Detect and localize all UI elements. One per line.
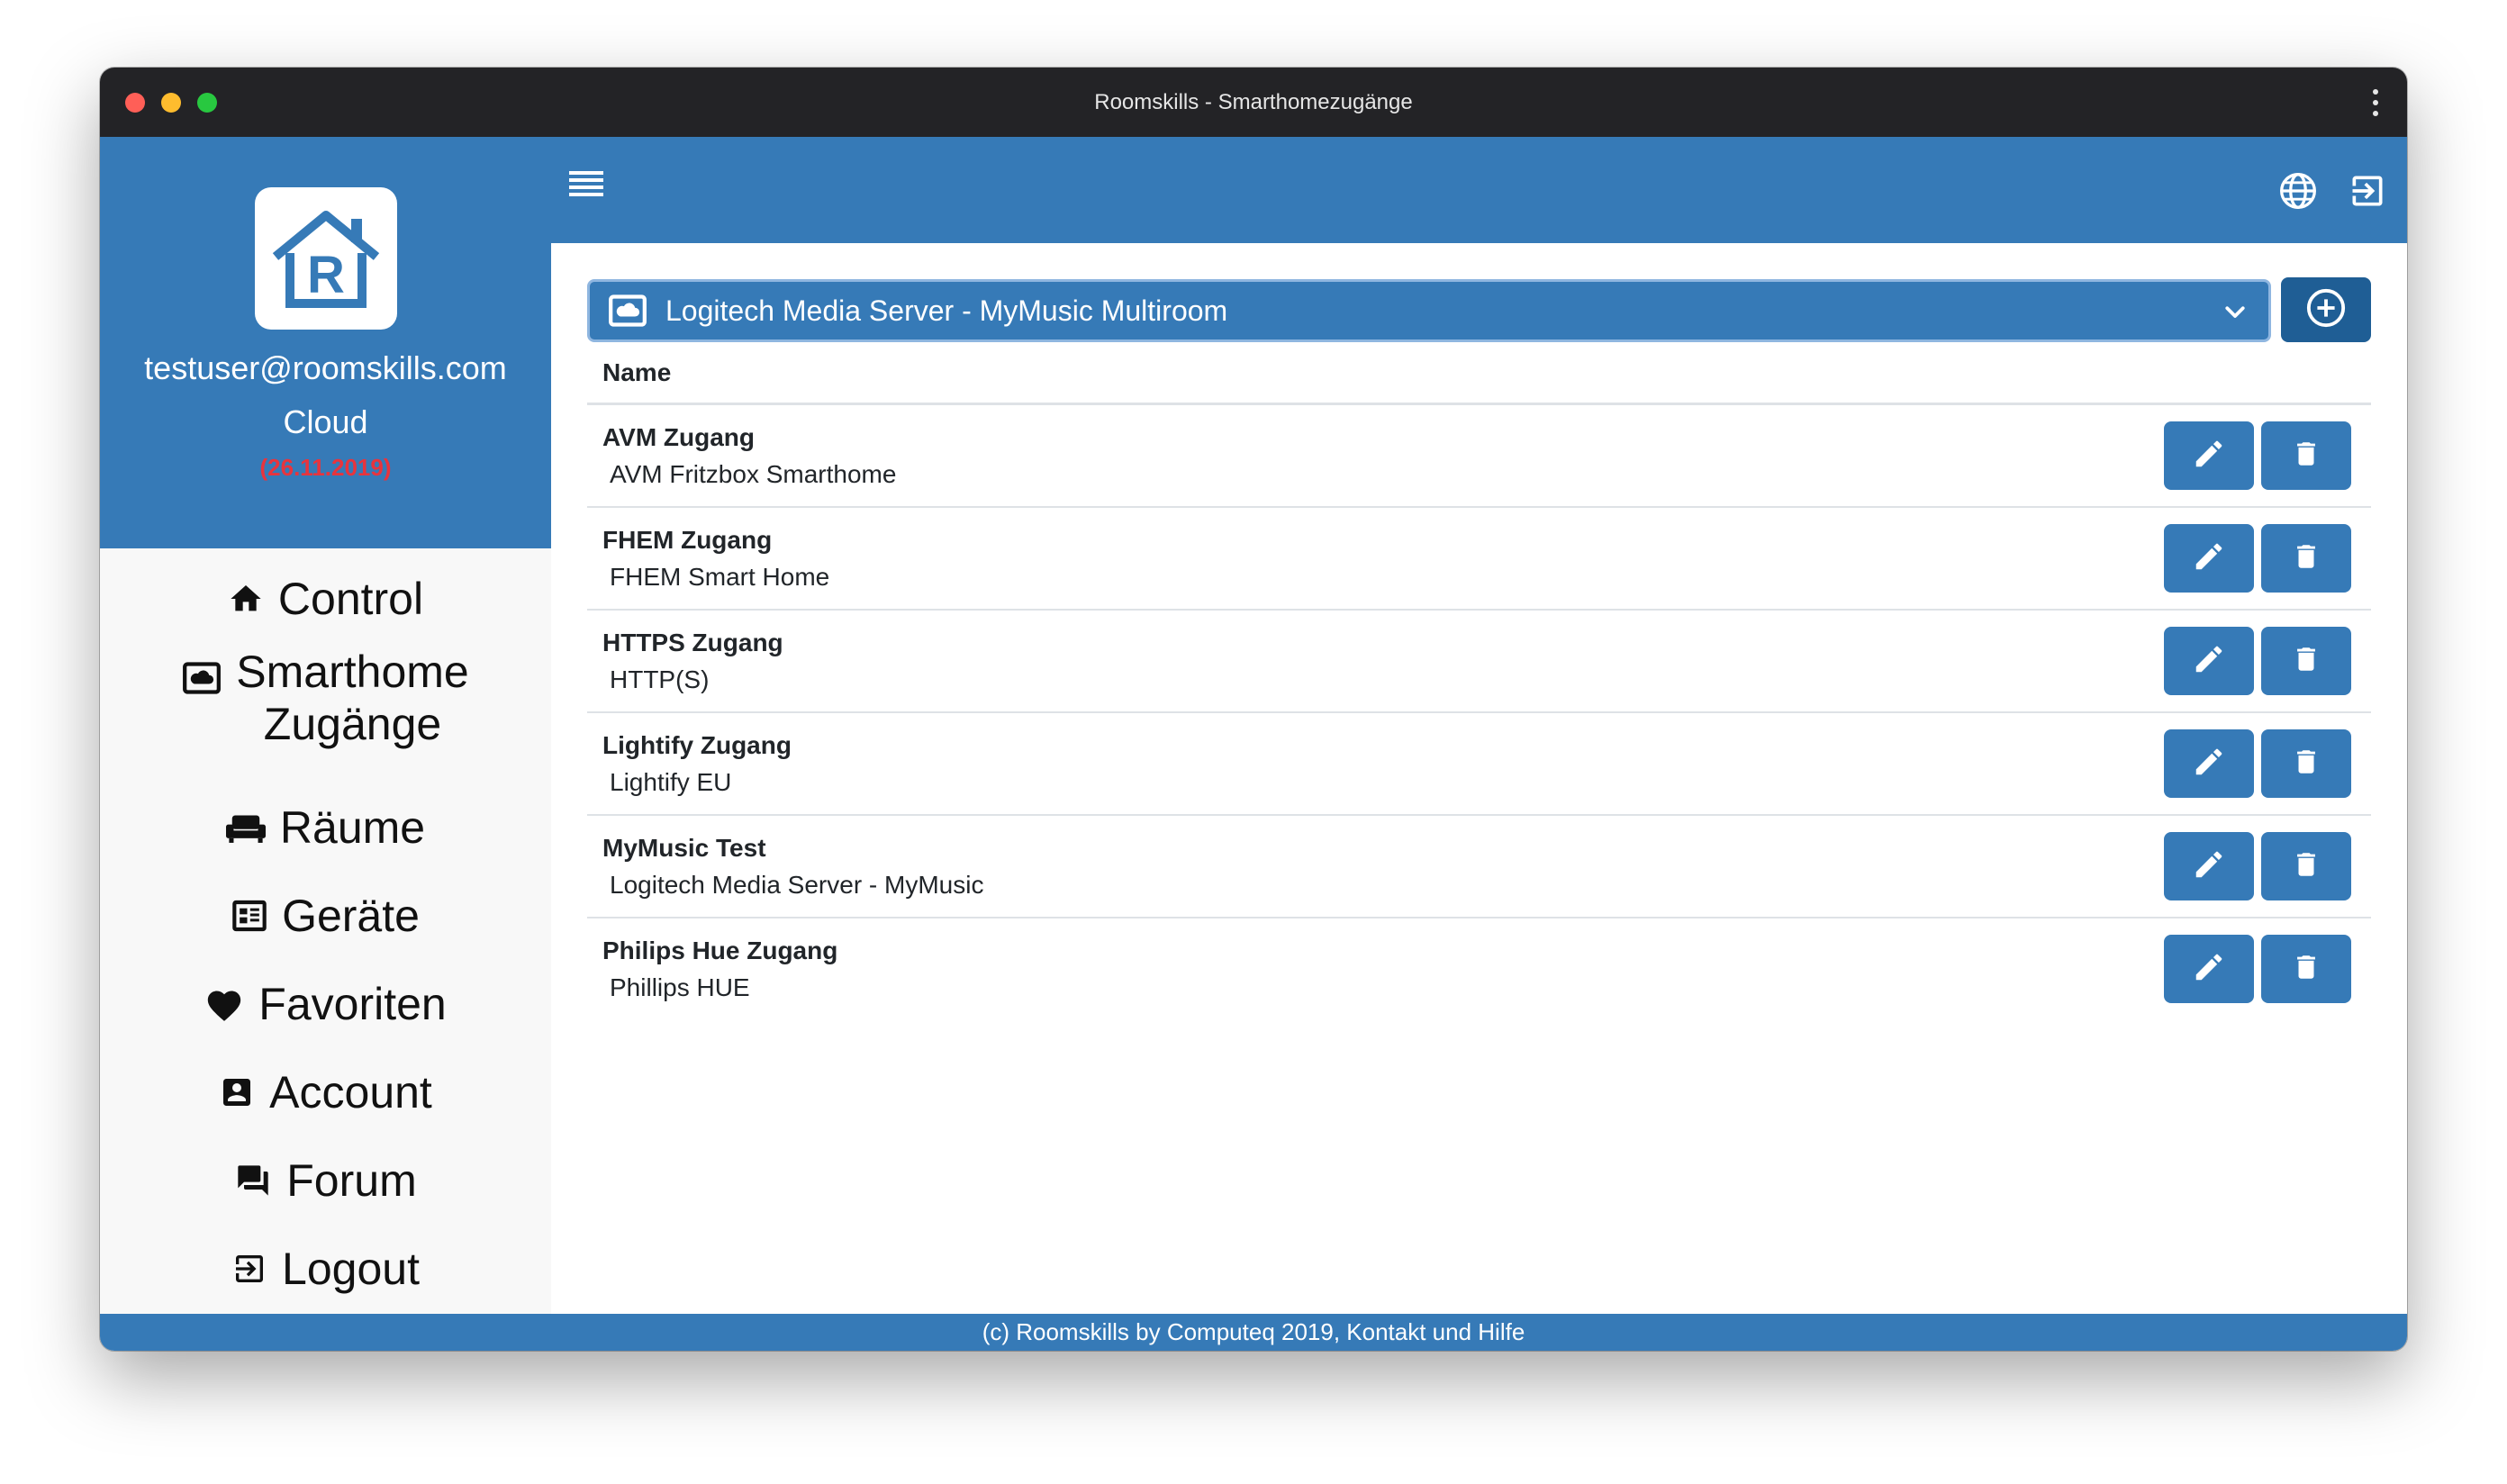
row-type: Phillips HUE	[610, 973, 750, 1001]
forum-icon	[234, 1163, 272, 1199]
cloud-box-icon	[182, 662, 222, 694]
pencil-icon	[2192, 950, 2226, 989]
minimize-window-button[interactable]	[161, 93, 181, 113]
table-row: AVM Zugang AVM Fritzbox Smarthome	[587, 405, 2371, 508]
sidebar-item-forum[interactable]: Forum	[100, 1154, 551, 1207]
delete-button[interactable]	[2261, 627, 2351, 695]
maximize-window-button[interactable]	[197, 93, 217, 113]
table-row: Lightify Zugang Lightify EU	[587, 713, 2371, 816]
table-row: FHEM Zugang FHEM Smart Home	[587, 508, 2371, 611]
delete-button[interactable]	[2261, 935, 2351, 1003]
trash-icon	[2291, 950, 2321, 989]
row-name: AVM Zugang	[602, 423, 756, 451]
chevron-down-icon	[2222, 298, 2249, 332]
cloud-box-icon	[608, 294, 647, 327]
sidebar-item-geraete[interactable]: Geräte	[100, 890, 551, 942]
trash-icon	[2291, 642, 2321, 681]
edit-button[interactable]	[2164, 524, 2254, 593]
row-type: Logitech Media Server - MyMusic	[610, 871, 984, 899]
edit-button[interactable]	[2164, 935, 2254, 1003]
table-row: HTTPS Zugang HTTP(S)	[587, 611, 2371, 713]
row-name: Philips Hue Zugang	[602, 937, 838, 964]
add-button[interactable]	[2281, 277, 2371, 342]
row-name: Lightify Zugang	[602, 731, 792, 759]
logout-icon	[231, 1251, 267, 1287]
add-circle-icon	[2305, 287, 2347, 333]
pencil-icon	[2192, 745, 2226, 783]
pencil-icon	[2192, 539, 2226, 578]
plan-date: (26.11.2019)	[259, 454, 392, 481]
table-row: MyMusic Test Logitech Media Server - MyM…	[587, 816, 2371, 918]
pencil-icon	[2192, 437, 2226, 475]
edit-button[interactable]	[2164, 421, 2254, 490]
globe-icon[interactable]	[2278, 171, 2318, 211]
edit-button[interactable]	[2164, 729, 2254, 798]
heart-icon	[204, 986, 244, 1022]
topbar-logout-icon[interactable]	[2348, 171, 2387, 211]
user-plan: Cloud	[283, 403, 368, 440]
pencil-icon	[2192, 847, 2226, 886]
sofa-icon	[225, 812, 266, 843]
row-type: FHEM Smart Home	[610, 563, 830, 591]
window-controls	[125, 93, 217, 113]
app-window: Roomskills - Smarthomezugänge R testuser…	[100, 68, 2407, 1351]
top-bar	[551, 137, 2407, 243]
server-select[interactable]: Logitech Media Server - MyMusic Multiroo…	[587, 279, 2271, 342]
row-type: AVM Fritzbox Smarthome	[610, 460, 897, 488]
window-title: Roomskills - Smarthomezugänge	[1094, 89, 1413, 114]
footer: (c) Roomskills by Computeq 2019, Kontakt…	[100, 1314, 2407, 1351]
row-name: HTTPS Zugang	[602, 629, 783, 656]
svg-text:R: R	[307, 246, 345, 304]
delete-button[interactable]	[2261, 832, 2351, 900]
user-email: testuser@roomskills.com	[144, 349, 507, 386]
sidebar-item-control[interactable]: Control	[100, 573, 551, 625]
row-type: Lightify EU	[610, 768, 732, 796]
row-name: MyMusic Test	[602, 834, 766, 862]
sidebar-item-account[interactable]: Account	[100, 1066, 551, 1118]
edit-button[interactable]	[2164, 832, 2254, 900]
sidebar-item-smarthome-zugaenge[interactable]: Smarthome Zugänge	[100, 646, 551, 750]
row-name: FHEM Zugang	[602, 526, 773, 554]
delete-button[interactable]	[2261, 421, 2351, 490]
close-window-button[interactable]	[125, 93, 145, 113]
title-bar: Roomskills - Smarthomezugänge	[100, 68, 2407, 137]
delete-button[interactable]	[2261, 729, 2351, 798]
account-box-icon	[219, 1074, 255, 1110]
trash-icon	[2291, 847, 2321, 886]
sidebar-item-logout[interactable]: Logout	[100, 1243, 551, 1295]
delete-button[interactable]	[2261, 524, 2351, 593]
sidebar: R testuser@roomskills.com Cloud (26.11.2…	[100, 137, 551, 1314]
row-type: HTTP(S)	[610, 665, 710, 693]
select-value: Logitech Media Server - MyMusic Multiroo…	[665, 294, 1228, 327]
trash-icon	[2291, 539, 2321, 578]
trash-icon	[2291, 437, 2321, 475]
menu-icon[interactable]	[569, 171, 603, 198]
device-panel-icon	[231, 898, 267, 934]
footer-link[interactable]: (c) Roomskills by Computeq 2019, Kontakt…	[982, 1318, 1525, 1346]
edit-button[interactable]	[2164, 627, 2254, 695]
table-row: Philips Hue Zugang Phillips HUE	[587, 918, 2371, 1021]
roomskills-logo: R	[254, 187, 397, 330]
pencil-icon	[2192, 642, 2226, 681]
sidebar-item-favoriten[interactable]: Favoriten	[100, 978, 551, 1030]
sidebar-profile: R testuser@roomskills.com Cloud (26.11.2…	[100, 137, 551, 548]
column-header-name: Name	[602, 358, 672, 386]
sidebar-item-raeume[interactable]: Räume	[100, 801, 551, 854]
more-options-icon[interactable]	[2371, 89, 2380, 116]
main-content: Logitech Media Server - MyMusic Multiroo…	[551, 243, 2407, 1314]
home-icon	[228, 581, 264, 617]
trash-icon	[2291, 745, 2321, 783]
